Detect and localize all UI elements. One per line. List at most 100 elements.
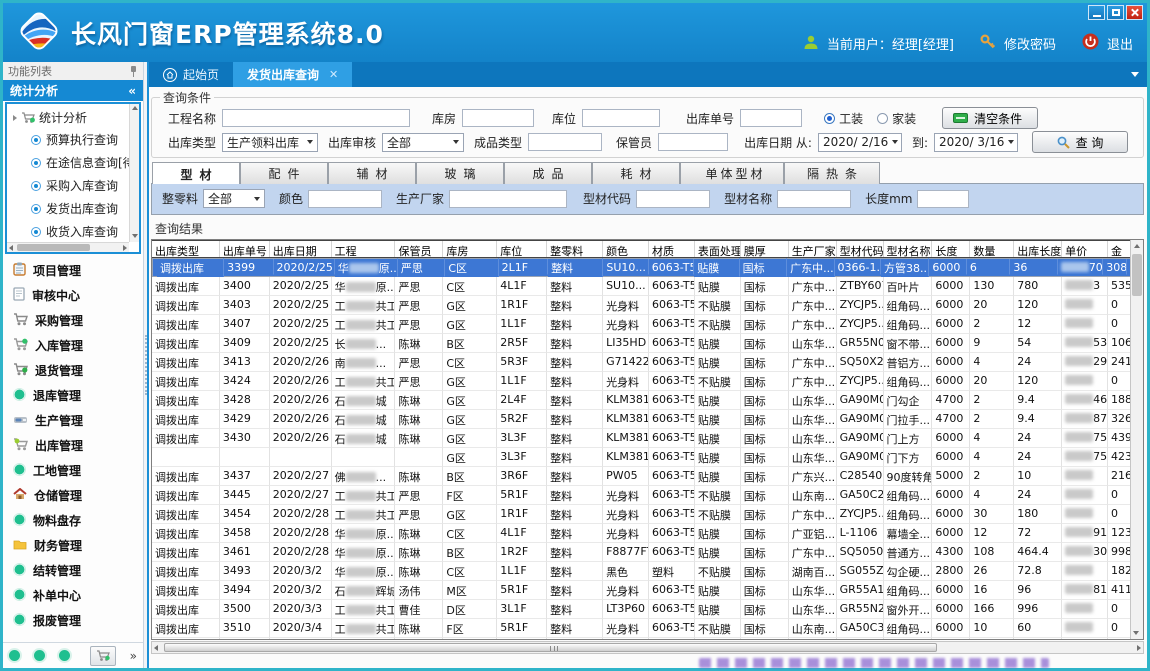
radio-home-decor[interactable]: 家装: [877, 110, 916, 127]
table-row[interactable]: 调拨出库34132020/2/26南...严思C区5R3F整料G71422606…: [152, 353, 1130, 372]
table-row[interactable]: G区3L3F整料KLM38176063-T5贴膜国标山东华...GA90M09.…: [152, 448, 1130, 467]
tree-item[interactable]: 采购入库查询: [7, 174, 139, 197]
dot-icon[interactable]: [34, 650, 45, 661]
sidebar-panel-生产管理[interactable]: 生产管理: [3, 408, 143, 433]
column-header[interactable]: 出库日期: [270, 241, 332, 257]
column-header[interactable]: 膜厚: [741, 241, 789, 257]
table-row[interactable]: 调拨出库34002020/2/25华原...严思C区4L1F整料SU10...6…: [152, 277, 1130, 296]
sidebar-panel-结转管理[interactable]: 结转管理: [3, 558, 143, 583]
tree-item[interactable]: 发货出库查询: [7, 197, 139, 220]
column-header[interactable]: 金: [1108, 241, 1130, 257]
column-header[interactable]: 数量: [970, 241, 1014, 257]
column-header[interactable]: 保管员: [395, 241, 443, 257]
sidebar-panel-补单中心[interactable]: 补单中心: [3, 583, 143, 608]
pin-icon[interactable]: [129, 65, 138, 77]
tab-home[interactable]: 起始页: [149, 62, 233, 87]
material-tab-玻璃[interactable]: 玻璃: [416, 162, 504, 184]
table-row[interactable]: 调拨出库34452020/2/27工共工程严思F区5R1F整料光身料6063-T…: [152, 486, 1130, 505]
sidebar-panel-退货管理[interactable]: 退货管理: [3, 358, 143, 383]
sidebar-panel-项目管理[interactable]: 项目管理: [3, 258, 143, 283]
profile-code-input[interactable]: [636, 190, 710, 208]
column-header[interactable]: 生产厂家: [789, 241, 837, 257]
column-header[interactable]: 型材代码: [837, 241, 884, 257]
table-row[interactable]: 调拨出库34242020/2/26工共工程严思G区1L1F整料光身料6063-T…: [152, 372, 1130, 391]
maximize-button[interactable]: [1107, 5, 1124, 20]
date-from-select[interactable]: 2020/ 2/16: [818, 133, 902, 152]
length-input[interactable]: [917, 190, 969, 208]
profile-name-input[interactable]: [777, 190, 851, 208]
product-type-input[interactable]: [528, 133, 602, 151]
sidebar-panel-退库管理[interactable]: 退库管理: [3, 383, 143, 408]
logout-link[interactable]: 退出: [1107, 34, 1133, 53]
column-header[interactable]: 材质: [649, 241, 695, 257]
color-input[interactable]: [308, 190, 382, 208]
clear-conditions-button[interactable]: 清空条件: [942, 107, 1038, 129]
table-row[interactable]: 调拨出库34032020/2/25工共工程严思G区1R1F整料光身料6063-T…: [152, 296, 1130, 315]
column-header[interactable]: 长度: [932, 241, 970, 257]
panel-button[interactable]: [90, 646, 116, 666]
project-name-input[interactable]: [222, 109, 410, 127]
sidebar-panel-采购管理[interactable]: 采购管理: [3, 308, 143, 333]
radio-industrial[interactable]: 工装: [824, 110, 863, 127]
column-header[interactable]: 出库单号: [220, 241, 270, 257]
column-header[interactable]: 库位: [497, 241, 547, 257]
tree-horizontal-scrollbar[interactable]: [7, 242, 129, 252]
tab-shipping-query[interactable]: 发货出库查询 ✕: [233, 62, 352, 87]
manufacturer-input[interactable]: [449, 190, 567, 208]
table-row[interactable]: 调拨出库34942020/3/2石辉城汤伟M区5R1F整料光身料6063-T5贴…: [152, 581, 1130, 600]
search-button[interactable]: 查 询: [1032, 131, 1128, 153]
audit-select[interactable]: 全部: [382, 133, 464, 152]
dot-icon[interactable]: [9, 650, 20, 661]
column-header[interactable]: 出库类型: [152, 241, 220, 257]
table-row[interactable]: 调拨出库35002020/3/3工共工程曹佳D区3L1F整料LT3P606063…: [152, 600, 1130, 619]
column-header[interactable]: 整零料: [547, 241, 603, 257]
tab-close-icon[interactable]: ✕: [329, 68, 338, 81]
change-password-link[interactable]: 修改密码: [1004, 34, 1056, 53]
sidebar-panel-工地管理[interactable]: 工地管理: [3, 458, 143, 483]
table-row[interactable]: 调拨出库35102020/3/4工共工程陈琳F区5R1F整料光身料6063-T5…: [152, 619, 1130, 638]
table-row[interactable]: 调拨出库34582020/2/28华原...陈琳C区4L1F整料光身料6063-…: [152, 524, 1130, 543]
date-to-select[interactable]: 2020/ 3/16: [934, 133, 1018, 152]
tree-item[interactable]: 在途信息查询[待: [7, 151, 139, 174]
tree-item[interactable]: 收货入库查询: [7, 220, 139, 243]
table-row[interactable]: 调拨出库34302020/2/26石城陈琳G区3L3F整料KLM38176063…: [152, 429, 1130, 448]
column-header[interactable]: 单价: [1062, 241, 1108, 257]
keeper-input[interactable]: [658, 133, 728, 151]
sidebar-panel-仓储管理[interactable]: 仓储管理: [3, 483, 143, 508]
table-row[interactable]: 调拨出库34292020/2/26石城陈琳G区5R2F整料KLM38176063…: [152, 410, 1130, 429]
expander-icon[interactable]: [13, 115, 17, 121]
tree-root[interactable]: 统计分析: [7, 104, 139, 128]
sidebar-group-header[interactable]: 统计分析 «: [3, 80, 143, 101]
table-row[interactable]: 调拨出库34282020/2/26石城陈琳G区2L4F整料KLM38176063…: [152, 391, 1130, 410]
sidebar-panel-财务管理[interactable]: 财务管理: [3, 533, 143, 558]
material-tab-配件[interactable]: 配件: [240, 162, 328, 184]
dot-icon[interactable]: [59, 650, 70, 661]
minimize-button[interactable]: [1088, 5, 1105, 20]
location-input[interactable]: [582, 109, 660, 127]
close-button[interactable]: [1126, 5, 1143, 20]
table-row[interactable]: 调拨出库34092020/2/25长...陈琳B区2R5F整料LI35HD606…: [152, 334, 1130, 353]
tab-list-dropdown-icon[interactable]: [1131, 72, 1139, 77]
tree-vertical-scrollbar[interactable]: [129, 104, 139, 242]
material-tab-单体型材[interactable]: 单体型材: [680, 162, 784, 184]
sidebar-panel-审核中心[interactable]: 审核中心: [3, 283, 143, 308]
material-tab-成品[interactable]: 成品: [504, 162, 592, 184]
warehouse-input[interactable]: [462, 109, 534, 127]
table-row[interactable]: 调拨出库34372020/2/27佛...陈琳B区3R6F整料PW056063-…: [152, 467, 1130, 486]
column-header[interactable]: 表面处理: [695, 241, 741, 257]
grid-vertical-scrollbar[interactable]: [1130, 240, 1143, 639]
collapse-icon[interactable]: «: [128, 84, 136, 98]
order-no-input[interactable]: [740, 109, 802, 127]
table-row[interactable]: 调拨出库33992020/2/25华原...严思C区2L1F整料SU10...6…: [152, 258, 1130, 277]
sidebar-panel-报废管理[interactable]: 报废管理: [3, 608, 143, 633]
grid-horizontal-scrollbar[interactable]: [151, 641, 1144, 654]
table-row[interactable]: 调拨出库34542020/2/28工共工程严思G区1R1F整料光身料6063-T…: [152, 505, 1130, 524]
column-header[interactable]: 出库长度: [1014, 241, 1062, 257]
table-row[interactable]: 调拨出库34612020/2/28华原...陈琳B区1R2F整料F8877FT6…: [152, 543, 1130, 562]
table-row[interactable]: 调拨出库34932020/3/2华原...陈琳C区1L1F整料黑色塑料不贴膜国标…: [152, 562, 1130, 581]
whole-part-select[interactable]: 全部: [203, 189, 265, 208]
sidebar-panel-物料盘存[interactable]: 物料盘存: [3, 508, 143, 533]
table-row[interactable]: 调拨出库34072020/2/25工共工程严思G区1L1F整料光身料6063-T…: [152, 315, 1130, 334]
table-row[interactable]: 调拨出库35122020/3/4工共工程陈琳F区1L2F整料光身料6063-T5…: [152, 638, 1130, 639]
column-header[interactable]: 工程: [332, 241, 396, 257]
